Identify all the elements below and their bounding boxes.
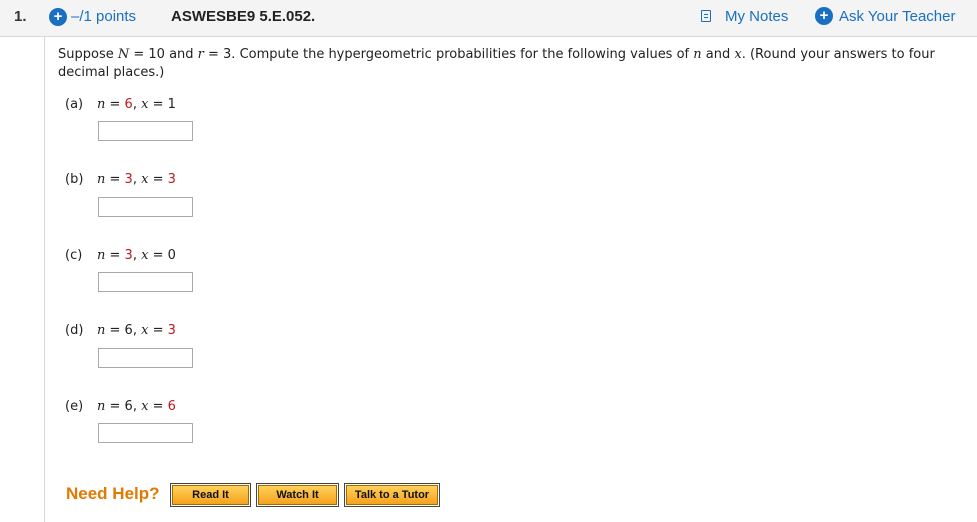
answer-input-b[interactable] [98,197,193,217]
part-e-label: (e) n = 6, x = 6 [65,399,176,414]
part-b-label: (b) n = 3, x = 3 [65,172,176,187]
watch-it-button[interactable]: Watch It [256,483,339,507]
my-notes-label: My Notes [725,8,789,25]
read-it-button[interactable]: Read It [170,483,251,507]
question-prompt: Suppose N = 10 and r = 3. Compute the hy… [58,47,935,80]
question-number: 1. [14,8,27,25]
left-divider [44,37,45,522]
answer-input-e[interactable] [98,423,193,443]
points-label: –/1 points [71,8,137,25]
need-help-label: Need Help? [66,484,160,503]
answer-input-d[interactable] [98,348,193,368]
expand-points-icon[interactable]: + [49,8,67,26]
note-icon [701,10,711,22]
question-header: 1. + –/1 points ASWESBE9 5.E.052. My Not… [0,0,977,37]
assignment-code: ASWESBE9 5.E.052. [171,8,316,25]
ask-your-teacher-label: Ask Your Teacher [839,8,956,25]
talk-to-tutor-button[interactable]: Talk to a Tutor [344,483,440,507]
part-c-label: (c) n = 3, x = 0 [65,248,176,263]
answer-input-c[interactable] [98,272,193,292]
part-a-label: (a) n = 6, x = 1 [65,97,176,112]
answer-input-a[interactable] [98,121,193,141]
plus-icon: + [815,7,833,25]
part-d-label: (d) n = 6, x = 3 [65,323,176,338]
